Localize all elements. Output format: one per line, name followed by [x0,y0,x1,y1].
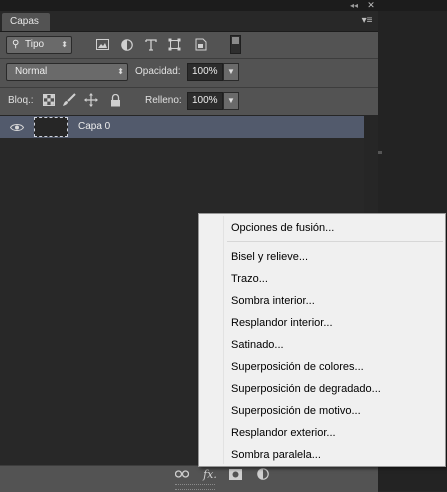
menu-item-color-overlay[interactable]: Superposición de colores... [231,359,364,375]
opacity-slider-button[interactable]: ▼ [223,63,239,81]
tab-capas[interactable]: Capas [2,13,50,31]
canvas-edge-mark [378,151,382,154]
image-filter-icon[interactable] [95,37,110,52]
chevron-down-icon: ▼ [227,67,235,76]
lock-image-pixels-icon[interactable] [62,93,76,107]
visibility-eye-icon[interactable] [9,120,25,134]
opacity-label: Opacidad: [135,66,181,77]
opacity-input[interactable]: 100% [187,63,223,81]
menu-separator [227,241,443,242]
panel-menu-button[interactable]: ▾≡ [359,13,375,29]
shape-filter-icon[interactable] [167,37,182,52]
blend-mode-value: Normal [15,66,48,77]
updown-arrow-icon: ⬍ [61,40,68,49]
panel-tab-bar [0,11,378,32]
layer-thumbnail[interactable] [34,117,68,137]
filter-type-select[interactable]: ⚲ Tipo ⬍ [6,36,72,54]
lock-label: Bloq.: [8,95,34,106]
menu-item-inner-shadow[interactable]: Sombra interior... [231,293,315,309]
filter-type-value: Tipo [25,39,45,50]
filter-toggle-switch[interactable] [230,35,241,54]
add-mask-icon[interactable] [228,467,242,481]
new-adjustment-icon[interactable] [256,467,270,481]
resize-grip[interactable] [175,484,215,490]
fx-icon[interactable]: fx. [202,467,218,481]
menu-item-stroke[interactable]: Trazo... [231,271,268,287]
collapse-panels-button[interactable]: ◂◂ [347,0,361,11]
window-title-strip [0,0,447,11]
menu-item-gradient-overlay[interactable]: Superposición de degradado... [231,381,381,397]
type-filter-icon[interactable] [143,37,158,52]
menu-gutter [223,216,224,464]
chevron-down-icon: ▼ [227,96,235,105]
search-icon: ⚲ [12,39,20,50]
link-layers-icon[interactable] [174,467,190,481]
menu-item-outer-glow[interactable]: Resplandor exterior... [231,425,336,441]
menu-item-satin[interactable]: Satinado... [231,337,284,353]
menu-item-blending-options[interactable]: Opciones de fusión... [231,220,334,236]
adjustment-filter-icon[interactable] [119,37,134,52]
updown-arrow-icon: ⬍ [117,67,124,76]
menu-item-drop-shadow[interactable]: Sombra paralela... [231,447,321,463]
lock-position-icon[interactable] [84,93,98,107]
close-panel-button[interactable]: ✕ [365,0,377,11]
layer-style-context-menu: Opciones de fusión... Bisel y relieve...… [198,213,446,467]
blend-mode-select[interactable]: Normal ⬍ [6,63,128,81]
menu-item-inner-glow[interactable]: Resplandor interior... [231,315,333,331]
smart-object-filter-icon[interactable] [193,37,208,52]
lock-transparent-pixels-icon[interactable] [42,93,56,107]
fill-slider-button[interactable]: ▼ [223,92,239,110]
fill-input[interactable]: 100% [187,92,223,110]
layer-name[interactable]: Capa 0 [78,116,110,138]
menu-item-pattern-overlay[interactable]: Superposición de motivo... [231,403,361,419]
lock-all-icon[interactable] [108,93,122,107]
fill-label: Relleno: [145,95,182,106]
menu-item-bevel-emboss[interactable]: Bisel y relieve... [231,249,308,265]
